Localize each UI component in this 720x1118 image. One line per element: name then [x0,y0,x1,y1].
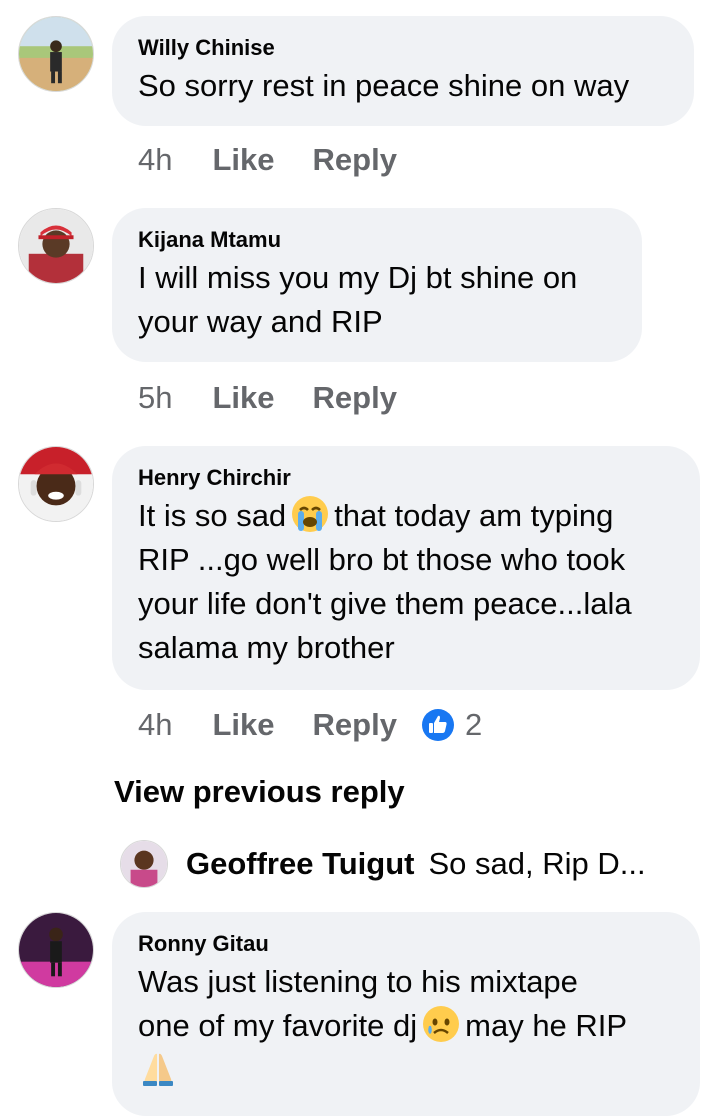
comment-text-line: one of my favorite dj may he RIP [138,1004,674,1048]
reaction-summary[interactable]: 2 [421,707,482,743]
reaction-count: 2 [464,707,483,742]
like-reaction-icon [421,709,454,741]
view-previous-reply-link[interactable]: View previous reply [114,774,405,810]
sad-tear-face-icon [423,1006,460,1042]
comment-bubble: Ronny Gitau Was just listening to his mi… [112,912,700,1116]
comment-text-segment: It is so sad [138,498,287,533]
folded-hands-icon [143,1053,173,1086]
comment-bubble: Willy Chinise So sorry rest in peace shi… [112,16,694,126]
comment-actions: 4h Like Reply 2 [138,705,482,745]
reply-button[interactable]: Reply [313,380,397,416]
comment-author[interactable]: Ronny Gitau [138,930,674,958]
like-button[interactable]: Like [212,380,274,416]
like-button[interactable]: Like [212,707,274,743]
avatar-willy-chinise[interactable] [18,16,94,92]
comment-author[interactable]: Kijana Mtamu [138,226,616,254]
comment-time[interactable]: 4h [138,707,172,743]
comment-time[interactable]: 4h [138,142,172,178]
comment-text-line: your life don't give them peace...lala [138,586,632,621]
comment-text-segment: may he RIP [465,1008,628,1043]
comment-bubble: Henry Chirchir It is so sad that today a… [112,446,700,690]
avatar-geoffree-tuigut[interactable] [120,840,168,888]
comment-bubble: Kijana Mtamu I will miss you my Dj bt sh… [112,208,642,362]
avatar-kijana-mtamu[interactable] [18,208,94,284]
reply-preview[interactable]: Geoffree Tuigut So sad, Rip D... [120,838,646,890]
comment-text-line: Was just listening to his mixtape [138,964,578,999]
reply-button[interactable]: Reply [313,142,397,178]
comment-text-line: I will miss you my Dj bt shine on [138,260,578,295]
comment-text-line: your way and RIP [138,304,383,339]
comment-actions: 5h Like Reply [138,378,435,418]
comment-text-segment: one of my favorite dj [138,1008,418,1043]
comment-time[interactable]: 5h [138,380,172,416]
avatar-henry-chirchir[interactable] [18,446,94,522]
loudly-crying-face-icon [292,496,329,532]
comment-author[interactable]: Henry Chirchir [138,464,674,492]
avatar-ronny-gitau[interactable] [18,912,94,988]
comment-text-segment: that today am typing [334,498,614,533]
reply-button[interactable]: Reply [313,707,397,743]
comment-text: So sorry rest in peace shine on way [138,68,630,103]
comment-text-line: RIP ...go well bro bt those who took [138,542,626,577]
comment-text-line: It is so sad that today am typing [138,494,674,538]
comment-text-line: salama my brother [138,630,395,665]
comment-author[interactable]: Willy Chinise [138,34,668,62]
reply-author[interactable]: Geoffree Tuigut [186,846,414,882]
comment-actions: 4h Like Reply [138,140,435,180]
comment-text-line [138,1048,674,1092]
reply-text: So sad, Rip D... [428,846,646,881]
like-button[interactable]: Like [212,142,274,178]
